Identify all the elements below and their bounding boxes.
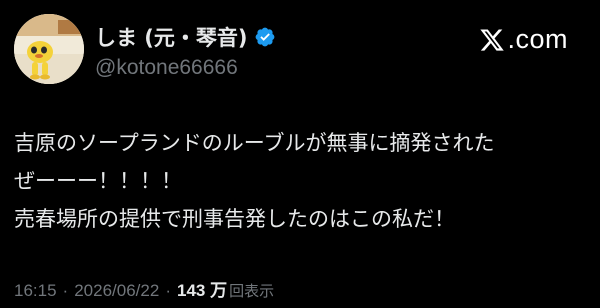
tweet-line: 売春場所の提供で刑事告発したのはこの私だ！ [14, 207, 455, 231]
tweet-meta: 16:15 · 2026/06/22 · 143 万 回表示 [14, 276, 274, 301]
tweet-line: 吉原のソープランドのルーブルが無事に摘発された [14, 131, 495, 155]
yellow-cartoon-character-avatar-icon [14, 14, 84, 84]
avatar[interactable] [14, 14, 84, 84]
meta-separator: · [165, 281, 171, 300]
tweet-date[interactable]: 2026/06/22 [74, 281, 159, 301]
author-handle[interactable]: @kotone66666 [95, 56, 238, 80]
brand-text: .com [507, 24, 568, 54]
tweet-time[interactable]: 16:15 [14, 281, 57, 301]
tweet-card: しま (元・琴音) @kotone66666 .com 吉原のソープランドのルー… [0, 0, 600, 308]
meta-separator: · [62, 281, 69, 300]
x-brand-watermark: .com [479, 24, 568, 55]
verified-badge-icon [254, 26, 276, 48]
x-logo-icon [479, 27, 505, 53]
display-name[interactable]: しま (元・琴音) [95, 22, 248, 52]
tweet-line: ぜーーー！！！！ [14, 169, 182, 193]
author-name-row[interactable]: しま (元・琴音) [95, 22, 276, 52]
view-count: 143 万 [176, 281, 228, 300]
tweet-text: 吉原のソープランドのルーブルが無事に摘発された ぜーーー！！！！ 売春場所の提供… [14, 124, 589, 238]
views-label: 回表示 [229, 282, 275, 300]
